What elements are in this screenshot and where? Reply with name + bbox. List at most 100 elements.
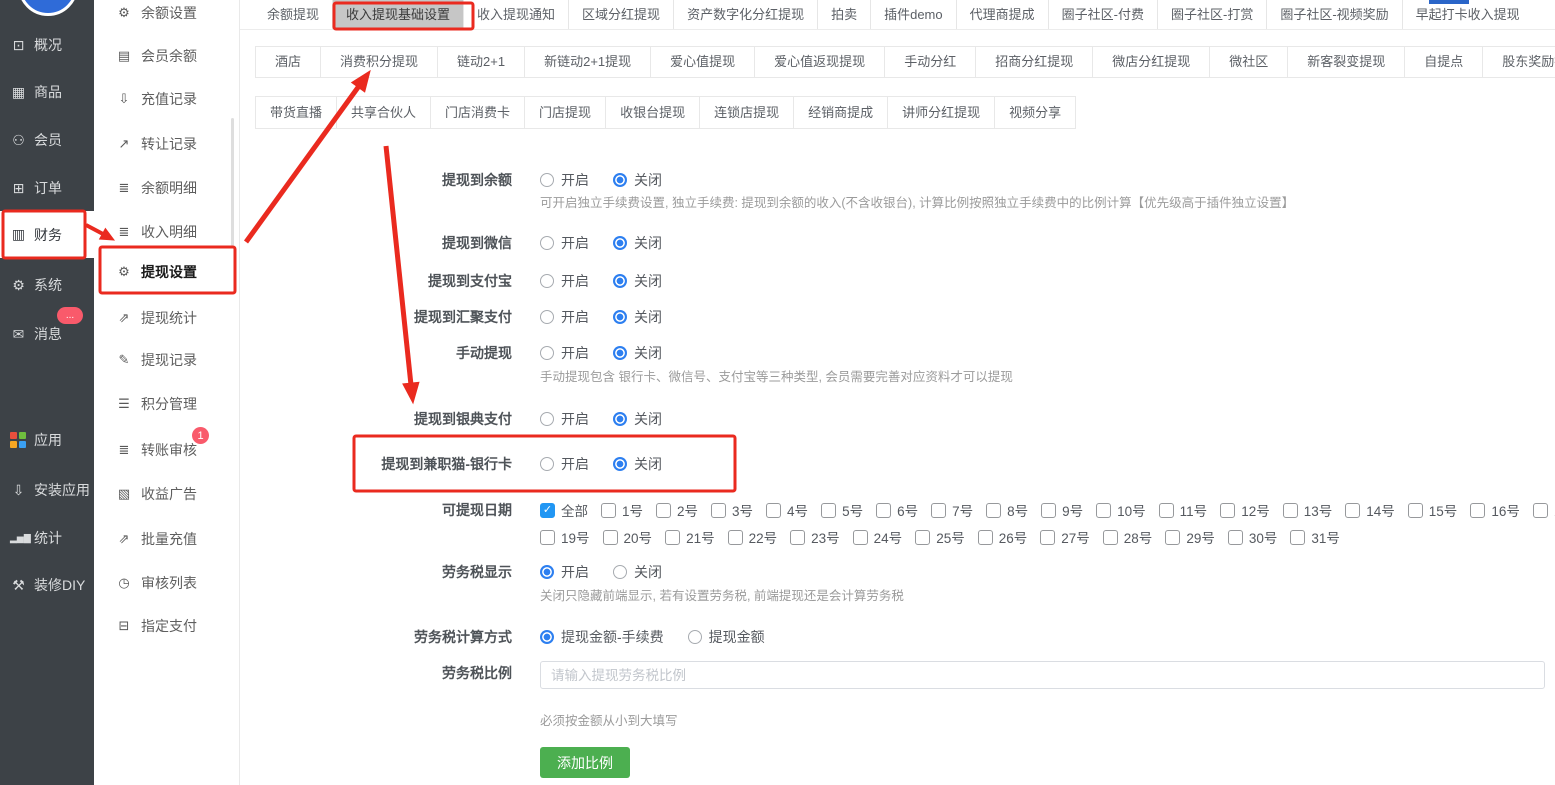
tab-row2-8[interactable]: 微店分红提现 <box>1093 47 1210 77</box>
checkbox-icon[interactable] <box>915 530 930 545</box>
tab-row1-0[interactable]: 余额提现 <box>254 0 333 29</box>
date-option-21号[interactable]: 21号 <box>665 527 715 547</box>
date-option-19号[interactable]: 19号 <box>540 527 590 547</box>
tab-row3-5[interactable]: 连锁店提现 <box>700 97 794 128</box>
date-option-24号[interactable]: 24号 <box>853 527 903 547</box>
date-option-8号[interactable]: 8号 <box>986 500 1028 520</box>
sidebar-item-install-app[interactable]: ⇩安装应用 <box>0 477 94 503</box>
checkbox-icon[interactable] <box>986 503 1001 518</box>
radio-icon[interactable] <box>540 412 554 426</box>
checkbox-icon[interactable] <box>1290 530 1305 545</box>
date-option-6号[interactable]: 6号 <box>876 500 918 520</box>
tab-row2-12[interactable]: 股东奖励提现 <box>1483 47 1555 77</box>
jianzhimao-option-1[interactable]: 关闭 <box>613 454 662 474</box>
radio-icon[interactable] <box>540 630 554 644</box>
date-option-2号[interactable]: 2号 <box>656 500 698 520</box>
date-option-13号[interactable]: 13号 <box>1283 500 1333 520</box>
radio-icon[interactable] <box>613 412 627 426</box>
taxshow-option-0[interactable]: 开启 <box>540 562 589 582</box>
taxcalc-option-1[interactable]: 提现金额 <box>688 627 765 647</box>
tab-row3-0[interactable]: 带货直播 <box>256 97 337 128</box>
radio-icon[interactable] <box>540 173 554 187</box>
alipay-option-1[interactable]: 关闭 <box>613 271 662 291</box>
tab-row3-8[interactable]: 视频分享 <box>995 97 1075 128</box>
huiju-option-1[interactable]: 关闭 <box>613 307 662 327</box>
tab-row2-9[interactable]: 微社区 <box>1210 47 1288 77</box>
tab-row2-7[interactable]: 招商分红提现 <box>976 47 1093 77</box>
radio-icon[interactable] <box>613 236 627 250</box>
checkbox-icon[interactable] <box>1533 503 1548 518</box>
checkbox-icon[interactable] <box>656 503 671 518</box>
balance-option-1[interactable]: 关闭 <box>613 170 662 190</box>
manual-option-0[interactable]: 开启 <box>540 343 589 363</box>
tab-row2-10[interactable]: 新客裂变提现 <box>1288 47 1405 77</box>
submenu-item-transfer-records[interactable]: ↗转让记录 <box>94 131 239 157</box>
alipay-option-0[interactable]: 开启 <box>540 271 589 291</box>
tab-row1-6[interactable]: 插件demo <box>871 0 957 29</box>
tab-row2-0[interactable]: 酒店 <box>256 47 321 77</box>
tab-row2-1[interactable]: 消费积分提现 <box>321 47 438 77</box>
date-option-22号[interactable]: 22号 <box>728 527 778 547</box>
tax-ratio-input[interactable] <box>540 661 1545 689</box>
submenu-item-balance-details[interactable]: ≣余额明细 <box>94 175 239 201</box>
jianzhimao-option-0[interactable]: 开启 <box>540 454 589 474</box>
tab-row1-1[interactable]: 收入提现基础设置 <box>333 0 464 29</box>
tab-row3-1[interactable]: 共享合伙人 <box>337 97 431 128</box>
tab-row2-4[interactable]: 爱心值提现 <box>651 47 755 77</box>
tab-row3-4[interactable]: 收银台提现 <box>606 97 700 128</box>
submenu-item-batch-recharge[interactable]: ⇗批量充值 <box>94 526 239 552</box>
date-option-12号[interactable]: 12号 <box>1220 500 1270 520</box>
wechat-option-0[interactable]: 开启 <box>540 233 589 253</box>
tab-row3-6[interactable]: 经销商提成 <box>794 97 888 128</box>
tab-row2-2[interactable]: 链动2+1 <box>438 47 525 77</box>
sidebar-item-members[interactable]: ⚇会员 <box>0 127 94 153</box>
sidebar-item-apps[interactable]: 应用 <box>0 427 94 453</box>
add-ratio-button[interactable]: 添加比例 <box>540 747 630 778</box>
checkbox-icon[interactable] <box>665 530 680 545</box>
radio-icon[interactable] <box>613 274 627 288</box>
submenu-item-audit-list[interactable]: ◷审核列表 <box>94 570 239 596</box>
tab-row2-6[interactable]: 手动分红 <box>885 47 976 77</box>
date-option-5号[interactable]: 5号 <box>821 500 863 520</box>
checkbox-icon[interactable] <box>1159 503 1174 518</box>
checkbox-icon[interactable] <box>1096 503 1111 518</box>
sidebar-item-goods[interactable]: ▦商品 <box>0 79 94 105</box>
submenu-item-revenue-ads[interactable]: ▧收益广告 <box>94 481 239 507</box>
date-option-7号[interactable]: 7号 <box>931 500 973 520</box>
checkbox-icon[interactable] <box>1283 503 1298 518</box>
tab-row1-9[interactable]: 圈子社区-打赏 <box>1158 0 1267 29</box>
radio-icon[interactable] <box>613 173 627 187</box>
submenu-item-balance-settings[interactable]: ⚙余额设置 <box>94 0 239 26</box>
huiju-option-0[interactable]: 开启 <box>540 307 589 327</box>
checkbox-icon[interactable] <box>1345 503 1360 518</box>
date-option-25号[interactable]: 25号 <box>915 527 965 547</box>
sidebar-item-finance[interactable]: ▥财务 <box>0 211 94 258</box>
checkbox-icon[interactable] <box>876 503 891 518</box>
checkbox-icon[interactable] <box>790 530 805 545</box>
radio-icon[interactable] <box>540 457 554 471</box>
checkbox-icon[interactable] <box>711 503 726 518</box>
date-option-29号[interactable]: 29号 <box>1165 527 1215 547</box>
checkbox-icon[interactable] <box>540 530 555 545</box>
checkbox-icon[interactable] <box>601 503 616 518</box>
date-option-10号[interactable]: 10号 <box>1096 500 1146 520</box>
tab-row1-5[interactable]: 拍卖 <box>818 0 871 29</box>
checkbox-icon[interactable] <box>1408 503 1423 518</box>
checkbox-icon[interactable]: ✓ <box>540 503 555 518</box>
radio-icon[interactable] <box>540 236 554 250</box>
date-option-31号[interactable]: 31号 <box>1290 527 1340 547</box>
checkbox-icon[interactable] <box>821 503 836 518</box>
taxcalc-option-0[interactable]: 提现金额-手续费 <box>540 627 664 647</box>
sidebar-item-diy[interactable]: ⚒装修DIY <box>0 572 94 598</box>
sidebar-item-stats[interactable]: ▂▅▇统计 <box>0 525 94 551</box>
date-option-14号[interactable]: 14号 <box>1345 500 1395 520</box>
tab-row3-7[interactable]: 讲师分红提现 <box>888 97 995 128</box>
checkbox-icon[interactable] <box>931 503 946 518</box>
tab-row3-2[interactable]: 门店消费卡 <box>431 97 525 128</box>
tab-row1-7[interactable]: 代理商提成 <box>957 0 1049 29</box>
submenu-item-withdraw-stats[interactable]: ⇗提现统计 <box>94 305 239 331</box>
taxshow-option-1[interactable]: 关闭 <box>613 562 662 582</box>
radio-icon[interactable] <box>613 346 627 360</box>
tab-row1-2[interactable]: 收入提现通知 <box>464 0 569 29</box>
tab-row2-3[interactable]: 新链动2+1提现 <box>525 47 651 77</box>
